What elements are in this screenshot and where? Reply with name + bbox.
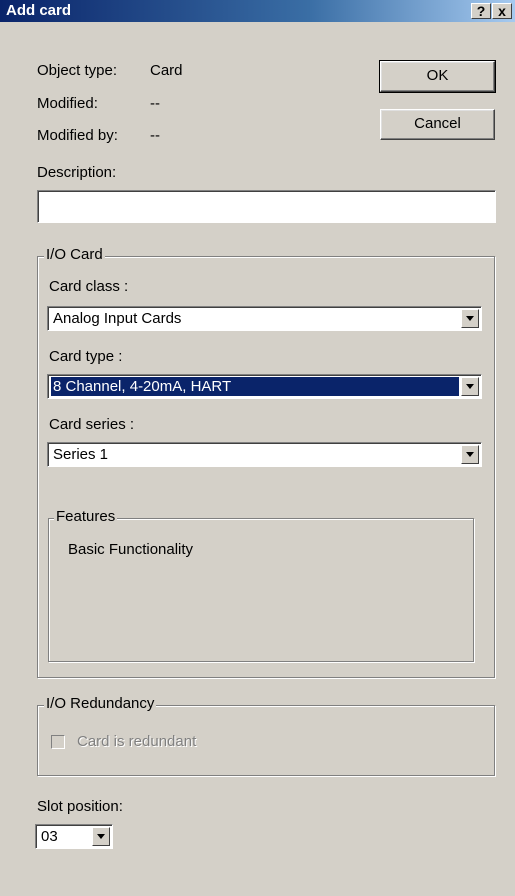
card-type-select[interactable]: 8 Channel, 4-20mA, HART xyxy=(47,374,482,399)
card-type-value: 8 Channel, 4-20mA, HART xyxy=(50,376,460,397)
close-button[interactable]: x xyxy=(492,3,512,19)
card-type-label: Card type : xyxy=(49,348,123,365)
close-icon: x xyxy=(498,3,506,19)
modified-value: -- xyxy=(150,95,160,112)
modified-by-label: Modified by: xyxy=(37,127,118,144)
slot-position-value: 03 xyxy=(41,828,58,845)
description-field[interactable] xyxy=(37,190,496,223)
window-title: Add card xyxy=(6,2,72,19)
chevron-down-icon[interactable] xyxy=(92,827,110,846)
chevron-down-icon[interactable] xyxy=(461,309,479,328)
chevron-down-icon[interactable] xyxy=(461,377,479,396)
cancel-button[interactable]: Cancel xyxy=(380,109,495,140)
features-legend: Features xyxy=(54,508,118,525)
card-class-value: Analog Input Cards xyxy=(53,310,182,327)
cancel-button-label: Cancel xyxy=(414,115,461,132)
slot-position-select[interactable]: 03 xyxy=(35,824,113,849)
card-series-select[interactable]: Series 1 xyxy=(47,442,482,467)
slot-position-label: Slot position: xyxy=(37,798,123,815)
title-bar xyxy=(0,0,515,22)
help-icon: ? xyxy=(476,3,486,19)
io-card-legend: I/O Card xyxy=(44,246,105,263)
features-text: Basic Functionality xyxy=(68,541,194,558)
card-series-value: Series 1 xyxy=(53,446,109,463)
chevron-down-icon[interactable] xyxy=(461,445,479,464)
redundant-checkbox-label: Card is redundant xyxy=(77,733,197,750)
card-class-label: Card class : xyxy=(49,278,129,295)
modified-by-value: -- xyxy=(150,127,160,144)
redundant-checkbox[interactable] xyxy=(51,735,65,749)
features-group xyxy=(48,518,474,662)
description-label: Description: xyxy=(37,164,117,181)
io-redundancy-legend: I/O Redundancy xyxy=(44,695,157,712)
ok-button-label: OK xyxy=(426,67,449,84)
object-type-label: Object type: xyxy=(37,62,118,79)
card-class-select[interactable]: Analog Input Cards xyxy=(47,306,482,331)
ok-button[interactable]: OK xyxy=(379,60,496,93)
object-type-value: Card xyxy=(150,62,183,79)
help-button[interactable]: ? xyxy=(471,3,491,19)
modified-label: Modified: xyxy=(37,95,98,112)
card-series-label: Card series : xyxy=(49,416,135,433)
